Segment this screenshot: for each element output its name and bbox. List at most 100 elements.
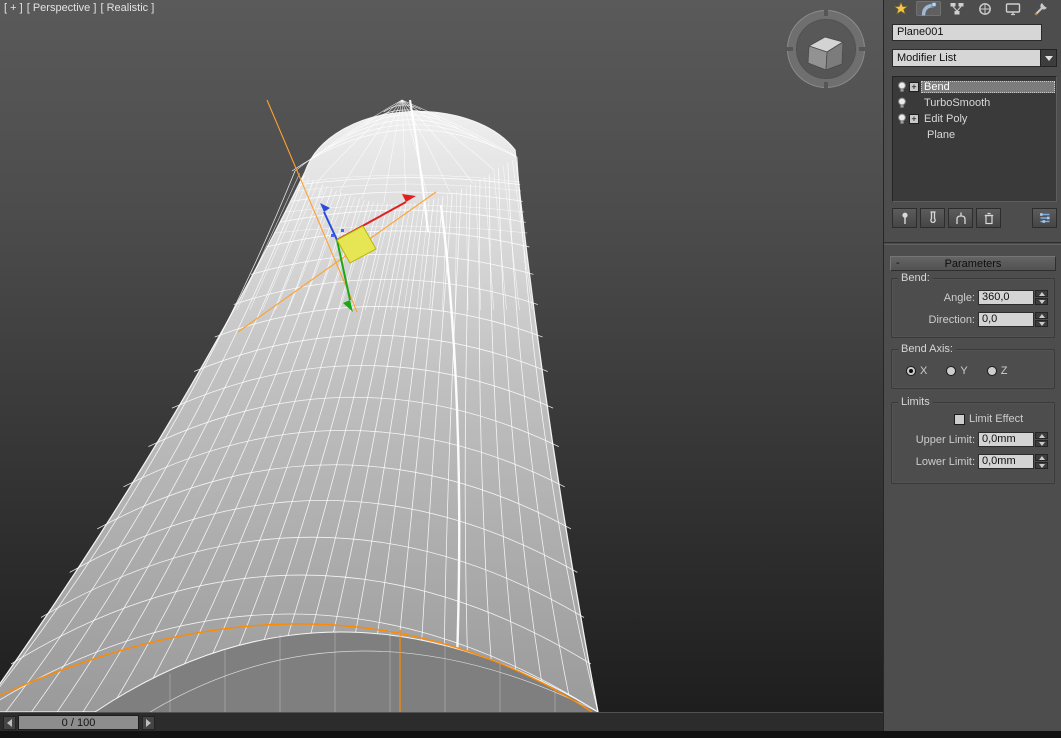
tab-motion[interactable] <box>972 1 997 16</box>
hierarchy-icon <box>950 2 963 14</box>
bend-axis-z-option[interactable]: Z <box>986 365 1008 377</box>
lower-limit-spinner <box>1035 454 1048 469</box>
angle-row: Angle: 360,0 <box>892 289 1048 306</box>
stack-row-editpoly[interactable]: + Edit Poly <box>894 111 1055 127</box>
bend-group-label: Bend: <box>898 272 933 285</box>
viewcube[interactable] <box>785 8 867 95</box>
bend-group: Bend: Angle: 360,0 Direction: 0,0 <box>891 272 1055 338</box>
viewport-menu-general[interactable]: [ + ] <box>4 2 23 14</box>
3ds-max-window: [ + ] [ Perspective ] [ Realistic ] 2 0 … <box>0 0 1061 738</box>
lower-limit-row: Lower Limit: 0,0mm <box>892 453 1048 470</box>
radio-z-label: Z <box>1000 365 1008 377</box>
spinner-down-button[interactable] <box>1035 462 1048 469</box>
direction-row: Direction: 0,0 <box>892 311 1048 328</box>
right-arrow-icon <box>146 718 151 727</box>
limits-group: Limits Limit Effect Upper Limit: 0,0mm L… <box>891 396 1055 484</box>
visibility-bulb-icon[interactable] <box>896 113 907 125</box>
make-unique-button[interactable] <box>948 208 973 228</box>
stack-row-turbosmooth[interactable]: TurboSmooth <box>894 95 1055 111</box>
viewcube-icon <box>787 10 865 88</box>
modifier-list-value[interactable]: Modifier List <box>892 49 1040 67</box>
upper-limit-row: Upper Limit: 0,0mm <box>892 431 1048 448</box>
spinner-up-button[interactable] <box>1035 454 1048 461</box>
viewport-3d-canvas[interactable] <box>0 0 883 712</box>
bend-axis-x-option[interactable]: X <box>906 365 927 377</box>
previous-frame-button[interactable] <box>3 715 16 730</box>
visibility-bulb-icon[interactable] <box>896 81 907 93</box>
visibility-bulb-icon[interactable] <box>896 97 907 109</box>
utilities-icon <box>1033 2 1047 16</box>
stack-row-plane[interactable]: Plane <box>894 127 1055 143</box>
bend-axis-group-label: Bend Axis: <box>898 343 956 356</box>
remove-modifier-button[interactable] <box>976 208 1001 228</box>
dropdown-arrow-button[interactable] <box>1040 49 1057 67</box>
modifier-name-turbosmooth[interactable]: TurboSmooth <box>921 97 993 109</box>
viewport-label: [ + ] [ Perspective ] [ Realistic ] <box>4 2 155 14</box>
angle-field[interactable]: 360,0 <box>978 290 1034 305</box>
radio-x-label: X <box>920 365 928 377</box>
radio-z[interactable] <box>986 366 997 376</box>
stack-row-bend[interactable]: + Bend <box>894 79 1055 95</box>
track-bar[interactable]: 0 / 100 <box>0 712 883 732</box>
display-icon <box>1005 2 1020 15</box>
lower-limit-label: Lower Limit: <box>915 455 975 468</box>
expand-toggle-icon[interactable]: + <box>909 114 919 124</box>
modifier-stack[interactable]: + Bend TurboSmooth + Edit Poly Plane <box>892 76 1057 202</box>
radio-y-label: Y <box>960 365 968 377</box>
spinner-down-button[interactable] <box>1035 320 1048 327</box>
spinner-up-button[interactable] <box>1035 290 1048 297</box>
spinner-down-button[interactable] <box>1035 440 1048 447</box>
viewport-menu-shading[interactable]: [ Realistic ] <box>100 2 154 14</box>
lower-limit-field[interactable]: 0,0mm <box>978 454 1034 469</box>
next-frame-button[interactable] <box>142 715 155 730</box>
upper-limit-field[interactable]: 0,0mm <box>978 432 1034 447</box>
angle-spinner <box>1035 290 1048 305</box>
modifier-name-editpoly[interactable]: Edit Poly <box>921 113 970 125</box>
time-slider[interactable]: 0 / 100 <box>18 715 139 730</box>
show-end-result-button[interactable] <box>920 208 945 228</box>
base-object-name[interactable]: Plane <box>924 129 958 141</box>
direction-label: Direction: <box>928 313 975 326</box>
parameters-rollout-header[interactable]: - Parameters <box>890 256 1056 271</box>
modifier-name-bend[interactable]: Bend <box>921 81 1055 93</box>
collapse-icon[interactable]: - <box>896 257 900 270</box>
fork-icon <box>955 212 966 224</box>
viewport-menu-pov[interactable]: [ Perspective ] <box>27 2 97 14</box>
radio-y[interactable] <box>946 366 957 376</box>
limit-effect-checkbox[interactable] <box>954 413 965 425</box>
status-strip <box>0 731 1061 738</box>
create-icon <box>893 1 908 14</box>
rollout-title: Parameters <box>944 257 1002 270</box>
spinner-up-button[interactable] <box>1035 312 1048 319</box>
tab-utilities[interactable] <box>1028 1 1053 16</box>
upper-limit-spinner <box>1035 432 1048 447</box>
modify-icon <box>921 1 936 16</box>
limit-effect-label: Limit Effect <box>969 413 1024 425</box>
tab-hierarchy[interactable] <box>944 1 969 16</box>
gizmo-count-label: 2 <box>318 189 324 200</box>
panel-divider <box>884 242 1061 245</box>
limit-effect-row: Limit Effect <box>954 413 1023 425</box>
object-name-field[interactable]: Plane001 <box>892 24 1042 41</box>
pin-stack-button[interactable] <box>892 208 917 228</box>
direction-field[interactable]: 0,0 <box>978 312 1034 327</box>
tab-display[interactable] <box>1000 1 1025 16</box>
tab-modify[interactable] <box>916 1 941 16</box>
spinner-down-button[interactable] <box>1035 298 1048 305</box>
upper-limit-label: Upper Limit: <box>915 433 975 446</box>
bend-axis-y-option[interactable]: Y <box>946 365 968 377</box>
command-panel-tabs <box>888 0 1059 17</box>
radio-x-selected[interactable] <box>906 366 916 376</box>
tab-create[interactable] <box>888 1 913 16</box>
bend-axis-group: Bend Axis: X Y Z <box>891 343 1055 389</box>
spinner-up-button[interactable] <box>1035 432 1048 439</box>
trash-icon <box>984 212 993 225</box>
modifier-list-dropdown[interactable]: Modifier List <box>892 49 1057 67</box>
configure-sets-icon <box>1039 213 1050 223</box>
perspective-viewport[interactable]: [ + ] [ Perspective ] [ Realistic ] 2 <box>0 0 883 712</box>
left-arrow-icon <box>7 718 12 727</box>
bend-axis-options: X Y Z <box>906 365 1007 377</box>
configure-modifier-sets-button[interactable] <box>1032 208 1057 228</box>
expand-toggle-icon[interactable]: + <box>909 82 919 92</box>
limits-group-label: Limits <box>898 396 933 409</box>
